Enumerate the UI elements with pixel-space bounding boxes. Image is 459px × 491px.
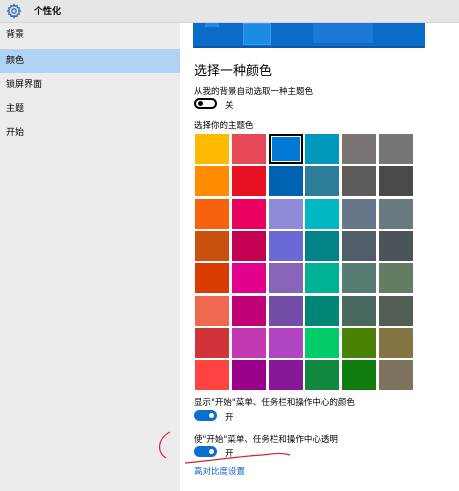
preview-tile	[205, 23, 219, 27]
toggle-knob	[209, 413, 214, 418]
color-swatch[interactable]	[268, 166, 303, 197]
preview-window	[313, 23, 373, 43]
color-swatch[interactable]	[268, 230, 303, 261]
color-swatch[interactable]	[342, 263, 377, 294]
color-swatch[interactable]	[305, 166, 340, 197]
color-swatch[interactable]	[305, 230, 340, 261]
sidebar-item-label: 背景	[6, 30, 25, 40]
color-swatch[interactable]	[379, 134, 413, 164]
show-color-label: 显示"开始"菜单、任务栏和操作中心的颜色	[194, 398, 355, 408]
sidebar-item-themes[interactable]: 主题	[0, 97, 180, 121]
color-swatch[interactable]	[268, 198, 303, 229]
color-swatch[interactable]	[231, 134, 266, 164]
color-swatch[interactable]	[195, 166, 229, 197]
color-swatch[interactable]	[268, 263, 303, 294]
window-title: 个性化	[34, 7, 62, 17]
toggle-knob	[198, 101, 203, 106]
color-swatch[interactable]	[379, 263, 413, 294]
color-swatch[interactable]	[305, 295, 340, 326]
transparency-label: 使"开始"菜单、任务栏和操作中心透明	[194, 435, 338, 445]
color-swatch[interactable]	[231, 166, 266, 197]
toggle-knob	[209, 449, 214, 454]
preview-start-menu	[243, 23, 271, 45]
color-swatch[interactable]	[305, 263, 340, 294]
color-swatch[interactable]	[268, 327, 303, 358]
color-swatch[interactable]	[195, 230, 229, 261]
color-swatch[interactable]	[231, 295, 266, 326]
sidebar-item-lock-screen[interactable]: 锁屏界面	[0, 73, 180, 97]
color-swatch[interactable]	[379, 327, 413, 358]
auto-pick-label: 从我的背景自动选取一种主题色	[194, 87, 314, 97]
color-swatch[interactable]	[305, 360, 340, 391]
color-swatch[interactable]	[195, 360, 229, 391]
color-swatch[interactable]	[379, 360, 413, 391]
high-contrast-link[interactable]: 高对比度设置	[194, 465, 245, 477]
color-swatch[interactable]	[379, 198, 413, 229]
color-swatch[interactable]	[231, 327, 266, 358]
color-swatch[interactable]	[379, 230, 413, 261]
sidebar: 背景 颜色 锁屏界面 主题 开始	[0, 23, 180, 491]
sidebar-item-background[interactable]: 背景	[0, 23, 180, 47]
color-swatch[interactable]	[268, 295, 303, 326]
sidebar-item-label: 颜色	[6, 56, 25, 66]
color-swatch[interactable]	[342, 198, 377, 229]
color-swatch[interactable]	[231, 230, 266, 261]
color-swatch[interactable]	[195, 263, 229, 294]
auto-pick-toggle[interactable]	[194, 98, 217, 109]
transparency-toggle[interactable]	[194, 446, 217, 457]
color-swatch[interactable]	[231, 263, 266, 294]
sidebar-item-start[interactable]: 开始	[0, 121, 180, 145]
color-swatch[interactable]	[231, 360, 266, 391]
color-swatch[interactable]	[305, 134, 340, 164]
color-swatch[interactable]	[195, 134, 229, 164]
palette-label: 选择你的主题色	[194, 121, 254, 131]
gear-icon	[6, 3, 22, 19]
color-preview	[193, 23, 425, 48]
main-content: 选择一种颜色 从我的背景自动选取一种主题色 关 选择你的主题色 显示"开始"菜单…	[180, 23, 459, 491]
color-swatch[interactable]	[195, 295, 229, 326]
color-swatch[interactable]	[379, 295, 413, 326]
show-color-state: 开	[225, 413, 234, 423]
color-swatch[interactable]	[342, 360, 377, 391]
color-swatch[interactable]	[379, 166, 413, 197]
color-swatch[interactable]	[268, 360, 303, 391]
auto-pick-state: 关	[225, 101, 234, 111]
color-swatch[interactable]	[342, 134, 377, 164]
color-swatch[interactable]	[305, 327, 340, 358]
color-swatch[interactable]	[342, 230, 377, 261]
title-bar: 个性化	[0, 0, 459, 23]
sidebar-item-colors[interactable]: 颜色	[0, 49, 180, 73]
show-color-toggle[interactable]	[194, 410, 217, 421]
color-swatch[interactable]	[342, 327, 377, 358]
color-swatch[interactable]	[342, 295, 377, 326]
sidebar-item-label: 锁屏界面	[6, 80, 43, 90]
color-swatch[interactable]	[268, 134, 303, 164]
sidebar-item-label: 开始	[6, 128, 25, 138]
color-swatch[interactable]	[305, 198, 340, 229]
page-title: 选择一种颜色	[194, 64, 273, 79]
color-swatch[interactable]	[342, 166, 377, 197]
color-swatch[interactable]	[195, 198, 229, 229]
color-swatch[interactable]	[231, 198, 266, 229]
transparency-state: 开	[225, 449, 234, 459]
sidebar-item-label: 主题	[6, 104, 25, 114]
color-swatch[interactable]	[195, 327, 229, 358]
